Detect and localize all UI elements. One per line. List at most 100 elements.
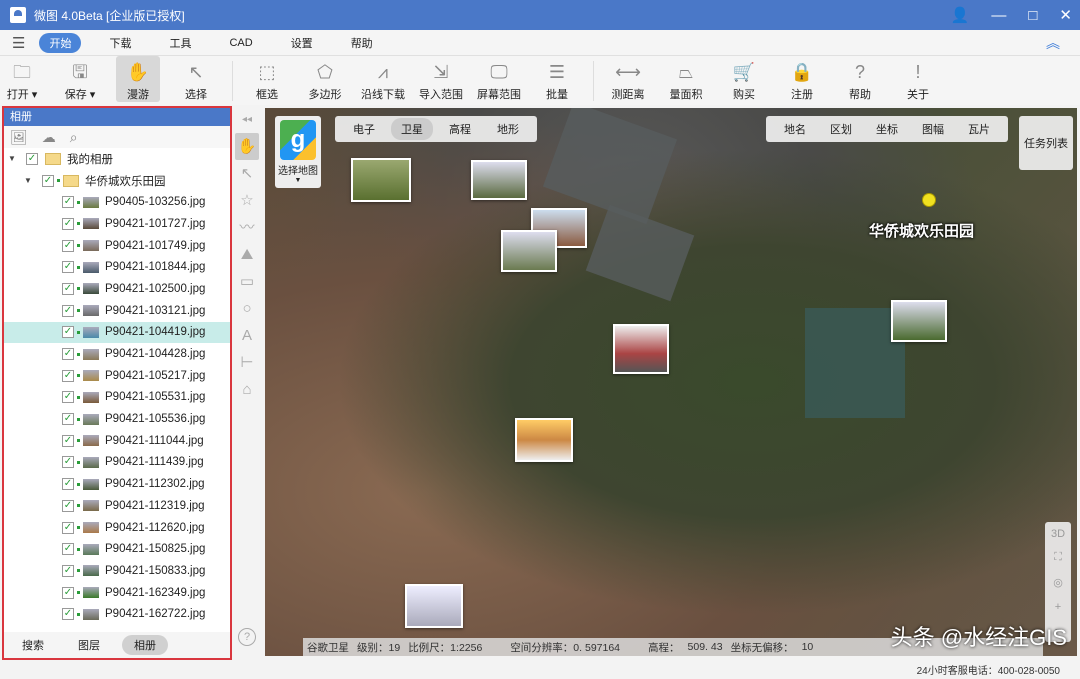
toolbar-button[interactable]: ⟷测距离 [606, 56, 650, 102]
menu-start[interactable]: 开始 [39, 33, 81, 53]
toolbar-button[interactable]: ⩘沿线下载 [361, 56, 405, 102]
toolbar-button[interactable]: ⇲导入范围 [419, 56, 463, 102]
file-item[interactable]: ✓P90421-162722.jpg [4, 603, 230, 625]
file-item[interactable]: ✓P90421-102500.jpg [4, 278, 230, 300]
toolbar-button[interactable]: !关于 [896, 56, 940, 102]
expand-arrow-icon[interactable]: ▼ [6, 154, 18, 163]
photo-marker[interactable] [613, 324, 669, 374]
file-item[interactable]: ✓P90421-111439.jpg [4, 452, 230, 474]
file-item[interactable]: ✓P90421-111044.jpg [4, 430, 230, 452]
maximize-button[interactable]: □ [1028, 7, 1037, 24]
toolbar-button[interactable]: 🛒购买 [722, 56, 766, 102]
overlay-districts[interactable]: 区划 [820, 118, 862, 140]
checkbox[interactable]: ✓ [62, 435, 74, 447]
menu-cad[interactable]: CAD [219, 35, 262, 51]
checkbox[interactable]: ✓ [62, 565, 74, 577]
file-item[interactable]: ✓P90421-162349.jpg [4, 582, 230, 604]
checkbox[interactable]: ✓ [62, 587, 74, 599]
toolbar-button[interactable]: 🖵屏幕范围 [477, 56, 521, 102]
photo-marker[interactable] [891, 300, 947, 342]
toolbar-button[interactable]: ⬚框选 [245, 56, 289, 102]
file-item[interactable]: ✓P90421-105531.jpg [4, 387, 230, 409]
locate-icon[interactable]: ◎ [1053, 576, 1063, 589]
photo-marker[interactable] [351, 158, 411, 202]
map-type-terrain[interactable]: 地形 [487, 118, 529, 140]
3d-button[interactable]: 3D [1051, 528, 1065, 540]
checkbox[interactable]: ✓ [26, 153, 38, 165]
checkbox[interactable]: ✓ [62, 196, 74, 208]
photo-marker[interactable] [471, 160, 527, 200]
toolbar-button[interactable]: 🗀打开 ▾ [0, 56, 44, 102]
minimize-button[interactable]: — [991, 7, 1006, 24]
checkbox[interactable]: ✓ [62, 413, 74, 425]
cloud-icon[interactable]: ☁ [42, 129, 56, 146]
file-item[interactable]: ✓P90421-104419.jpg [4, 322, 230, 344]
hamburger-menu-icon[interactable]: ☰ [12, 34, 25, 52]
expand-arrow-icon[interactable]: ▼ [22, 176, 34, 185]
collapse-ribbon-icon[interactable]: ︽ [1046, 33, 1060, 53]
circle-icon[interactable]: ○ [242, 295, 251, 322]
toolbar-button[interactable]: ⬠多边形 [303, 56, 347, 102]
file-item[interactable]: ✓P90405-103256.jpg [4, 191, 230, 213]
toolbar-button[interactable]: 🖫保存 ▾ [58, 56, 102, 102]
pushpin-icon[interactable] [923, 194, 935, 206]
file-item[interactable]: ✓P90421-104428.jpg [4, 343, 230, 365]
hand-icon[interactable]: ✋ [235, 133, 259, 160]
menu-download[interactable]: 下载 [99, 33, 141, 53]
checkbox[interactable]: ✓ [62, 608, 74, 620]
overlay-coordinates[interactable]: 坐标 [866, 118, 908, 140]
search-icon[interactable]: ⌕ [70, 129, 78, 146]
map-type-satellite[interactable]: 卫星 [391, 118, 433, 140]
photo-marker[interactable] [515, 418, 573, 462]
add-photo-icon[interactable]: 🖼 [10, 129, 28, 146]
file-item[interactable]: ✓P90421-150825.jpg [4, 538, 230, 560]
toolbar-button[interactable]: 🔒注册 [780, 56, 824, 102]
checkbox[interactable]: ✓ [62, 305, 74, 317]
ruler-icon[interactable]: ⊢ [240, 349, 253, 376]
file-item[interactable]: ✓P90421-105536.jpg [4, 408, 230, 430]
map-type-electronic[interactable]: 电子 [343, 118, 385, 140]
toolbar-button[interactable]: ⏢量面积 [664, 56, 708, 102]
tree-root[interactable]: ▼ ✓ 我的相册 [4, 148, 230, 170]
file-item[interactable]: ✓P90421-101727.jpg [4, 213, 230, 235]
checkbox[interactable]: ✓ [62, 391, 74, 403]
overlay-placenames[interactable]: 地名 [774, 118, 816, 140]
polyline-icon[interactable]: 〰 [239, 214, 254, 241]
checkbox[interactable]: ✓ [62, 283, 74, 295]
polygon-icon[interactable]: ☆ [240, 187, 253, 214]
zoom-in-button[interactable]: + [1055, 601, 1061, 613]
user-icon[interactable]: 👤 [951, 6, 970, 24]
map-view[interactable]: g 选择地图 ▼ 电子 卫星 高程 地形 地名 区划 坐标 图幅 瓦片 任务列表… [265, 108, 1077, 656]
checkbox[interactable]: ✓ [62, 522, 74, 534]
photo-marker[interactable] [405, 584, 463, 628]
photo-marker[interactable] [501, 230, 557, 272]
area-chart-icon[interactable]: ⛰ [241, 241, 254, 268]
menu-settings[interactable]: 设置 [281, 33, 323, 53]
fullscreen-icon[interactable]: ⛶ [1054, 551, 1062, 564]
file-item[interactable]: ✓P90421-105217.jpg [4, 365, 230, 387]
overlay-sheets[interactable]: 图幅 [912, 118, 954, 140]
checkbox[interactable]: ✓ [62, 500, 74, 512]
file-item[interactable]: ✓P90421-150833.jpg [4, 560, 230, 582]
checkbox[interactable]: ✓ [62, 478, 74, 490]
file-item[interactable]: ✓P90421-112302.jpg [4, 473, 230, 495]
close-button[interactable]: ✕ [1059, 6, 1072, 24]
select-map-button[interactable]: g 选择地图 ▼ [275, 116, 321, 188]
task-list-button[interactable]: 任务列表 [1019, 116, 1073, 170]
checkbox[interactable]: ✓ [62, 456, 74, 468]
toolbar-button[interactable]: ☰批量 [535, 56, 579, 102]
cursor-icon[interactable]: ↖ [241, 160, 254, 187]
file-item[interactable]: ✓P90421-112319.jpg [4, 495, 230, 517]
area-measure-icon[interactable]: ⌂ [242, 376, 251, 403]
checkbox[interactable]: ✓ [62, 543, 74, 555]
rectangle-icon[interactable]: ▭ [240, 268, 254, 295]
tab-search[interactable]: 搜索 [10, 635, 56, 655]
toolbar-button[interactable]: ✋漫游 [116, 56, 160, 102]
toolbar-button[interactable]: ↖选择 [174, 56, 218, 102]
overlay-tiles[interactable]: 瓦片 [958, 118, 1000, 140]
tab-layers[interactable]: 图层 [66, 635, 112, 655]
checkbox[interactable]: ✓ [62, 370, 74, 382]
file-item[interactable]: ✓P90421-101749.jpg [4, 235, 230, 257]
checkbox[interactable]: ✓ [62, 218, 74, 230]
checkbox[interactable]: ✓ [62, 240, 74, 252]
